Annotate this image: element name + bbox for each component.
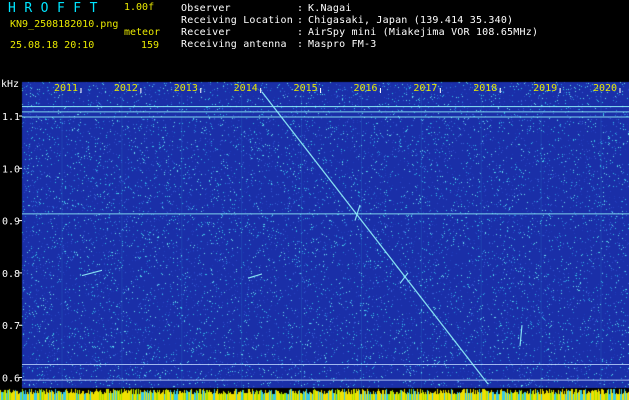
version-label: 1.00f — [124, 2, 155, 13]
time-label: 2012 — [114, 83, 138, 94]
info-value-observer: K.Nagai — [308, 3, 352, 14]
info-label-location: Receiving Location — [181, 15, 293, 26]
info-value-location: Chigasaki, Japan (139.414 35.340) — [308, 15, 514, 26]
y-tick-label: 0.8 — [2, 269, 20, 280]
info-value-antenna: Maspro FM-3 — [308, 39, 377, 50]
filename-label: KN9_2508182010.png — [10, 19, 119, 30]
y-tick-label: 0.7 — [2, 321, 20, 332]
datetime-label: 25.08.18 20:10 — [10, 40, 95, 51]
y-tick-label: 1.0 — [2, 164, 20, 175]
time-label: 2015 — [294, 83, 318, 94]
y-axis-unit: kHz — [1, 79, 19, 90]
time-label: 2014 — [234, 83, 258, 94]
count-label: 159 — [141, 40, 160, 51]
header-panel: HROFFT 1.00f KN9_2508182010.png meteor 2… — [0, 0, 629, 76]
time-label: 2019 — [533, 83, 557, 94]
drifting-trace — [261, 91, 489, 385]
info-label-observer: Observer — [181, 3, 231, 14]
time-label: 2016 — [353, 83, 377, 94]
y-tick-label: 0.6 — [2, 374, 20, 385]
info-colon: : — [297, 39, 304, 50]
info-label-antenna: Receiving antenna — [181, 39, 287, 50]
app-title: HROFFT — [8, 1, 106, 16]
time-label: 2020 — [593, 83, 617, 94]
spectrogram-overlay: kHz 1.1 1.0 0.9 0.8 0.7 0.6 2011 2012 2013 2014 201… — [1, 79, 629, 388]
info-value-receiver: AirSpy mini (Miakejima VOR 108.65MHz) — [308, 27, 539, 38]
info-colon: : — [297, 15, 304, 26]
meteor-echo — [81, 269, 103, 277]
time-label: 2018 — [473, 83, 497, 94]
time-label: 2017 — [413, 83, 437, 94]
time-label: 2013 — [174, 83, 198, 94]
info-colon: : — [297, 27, 304, 38]
meteor-echo — [519, 325, 523, 347]
info-label-receiver: Receiver — [181, 27, 231, 38]
time-label: 2011 — [54, 83, 78, 94]
y-tick-label: 1.1 — [2, 112, 20, 123]
spectrogram-panel: kHz 1.1 1.0 0.9 0.8 0.7 0.6 2011 2012 2013 2014 201… — [0, 76, 629, 400]
meteor-echo — [247, 273, 263, 279]
mode-label: meteor — [124, 27, 161, 38]
y-tick-label: 0.9 — [2, 217, 20, 228]
info-colon: : — [297, 3, 304, 14]
